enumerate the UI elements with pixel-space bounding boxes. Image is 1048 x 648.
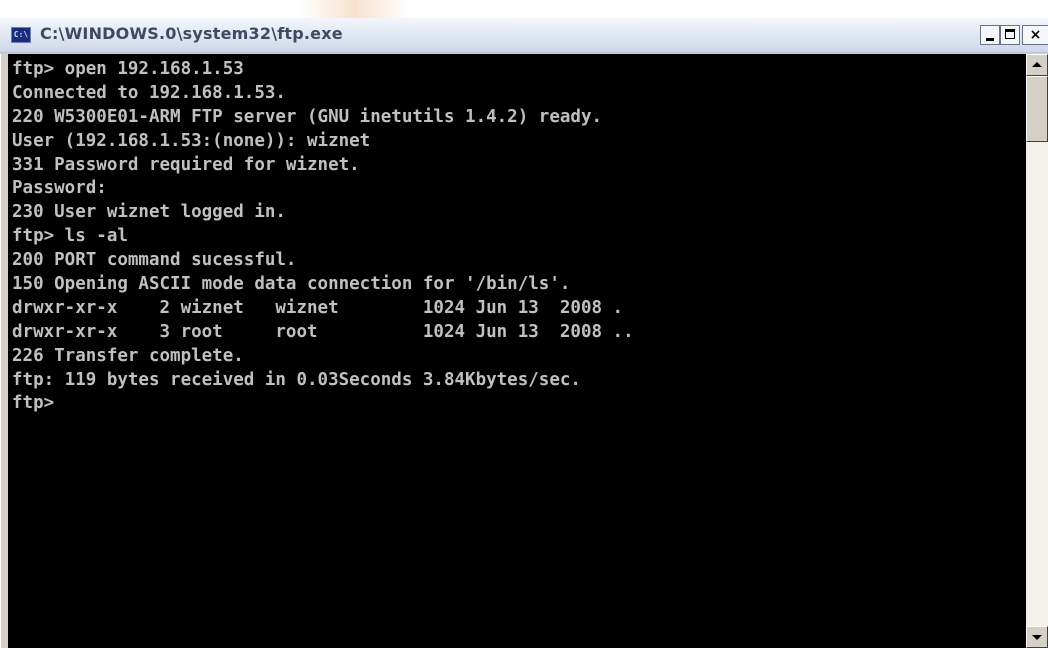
console-line: 230 User wiznet logged in.: [12, 202, 286, 223]
console-output-area[interactable]: ftp> open 192.168.1.53 Connected to 192.1…: [8, 54, 1026, 648]
console-line: 226 Transfer complete.: [12, 345, 244, 366]
console-line: drwxr-xr-x 2 wiznet wiznet 1024 Jun 13 2…: [12, 297, 624, 318]
console-line: ftp: 119 bytes received in 0.03Seconds 3…: [12, 369, 581, 390]
console-line: 150 Opening ASCII mode data connection f…: [12, 274, 571, 295]
window-title: C:\WINDOWS.0\system32\ftp.exe: [40, 24, 343, 43]
console-line: drwxr-xr-x 3 root root 1024 Jun 13 2008 …: [12, 321, 634, 342]
console-line: ftp> ls -al: [12, 226, 128, 247]
console-app-icon[interactable]: C:\: [11, 27, 31, 43]
console-line: ftp>: [12, 393, 55, 414]
vertical-scrollbar[interactable]: [1026, 54, 1048, 648]
console-line: 331 Password required for wiznet.: [12, 154, 360, 175]
scroll-up-arrow-icon: [1032, 62, 1042, 67]
close-button[interactable]: ×: [1022, 25, 1048, 45]
minimize-button[interactable]: [980, 25, 1000, 45]
console-line: Connected to 192.168.1.53.: [12, 82, 286, 103]
console-line: 200 PORT command sucessful.: [12, 250, 297, 271]
console-text: ftp> open 192.168.1.53 Connected to 192.1…: [8, 54, 1026, 416]
title-bar[interactable]: C:\ C:\WINDOWS.0\system32\ftp.exe ×: [0, 18, 1048, 53]
scroll-down-button[interactable]: [1026, 626, 1048, 648]
close-icon: ×: [1029, 27, 1042, 43]
window-left-border: [0, 54, 8, 648]
console-line: ftp> open 192.168.1.53: [12, 59, 244, 79]
background-decoration: [300, 0, 410, 18]
scroll-thumb[interactable]: [1026, 76, 1048, 142]
maximize-button[interactable]: [1000, 25, 1020, 45]
scroll-down-arrow-icon: [1032, 635, 1042, 640]
scroll-up-button[interactable]: [1026, 54, 1048, 76]
console-line: User (192.168.1.53:(none)): wiznet: [12, 130, 371, 151]
ftp-console-window: C:\ C:\WINDOWS.0\system32\ftp.exe × ftp>…: [0, 18, 1048, 648]
console-line: 220 W5300E01-ARM FTP server (GNU inetuti…: [12, 106, 603, 127]
console-line: Password:: [12, 178, 107, 199]
